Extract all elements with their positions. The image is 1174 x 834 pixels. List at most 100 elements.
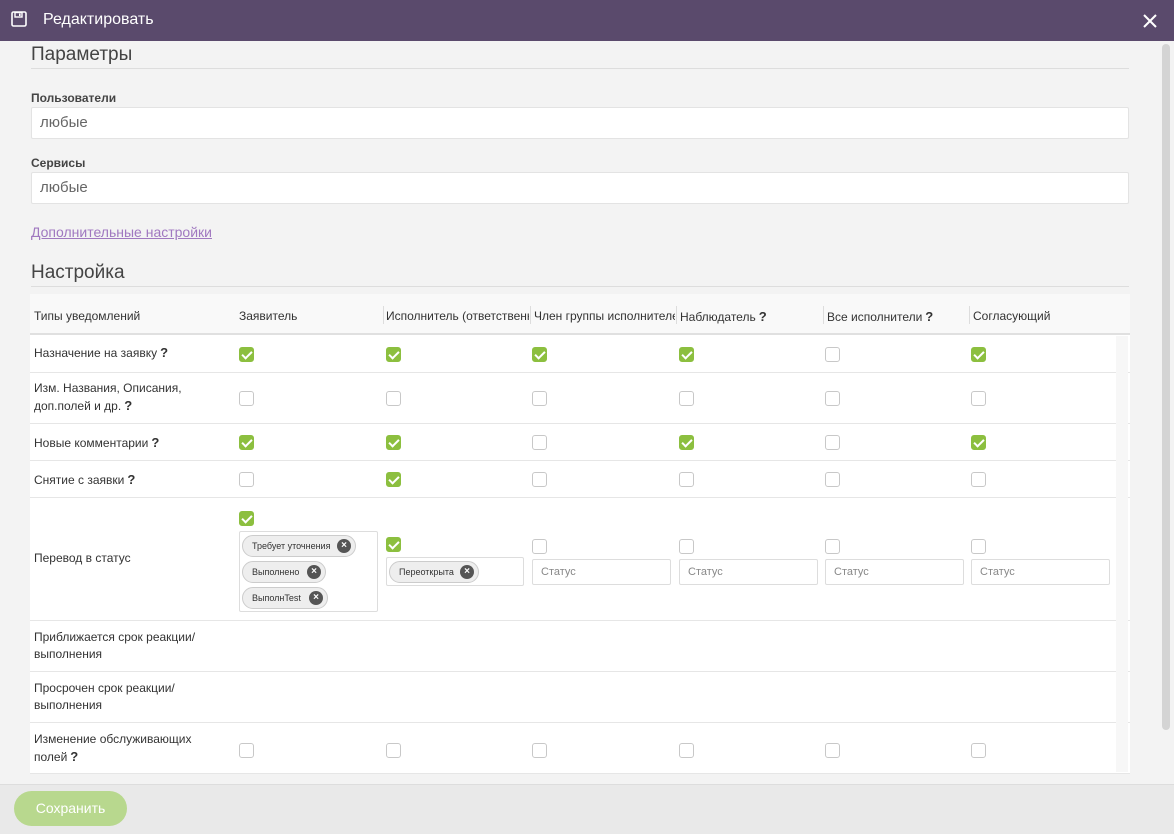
dialog-body: Параметры Пользователи любые Сервисы люб…: [0, 41, 1174, 784]
column-divider: [676, 306, 677, 324]
checkbox[interactable]: [971, 743, 986, 758]
row-label-assign: Назначение на заявку?: [34, 344, 214, 362]
table-row: Снятие с заявки?: [30, 461, 1130, 498]
services-label: Сервисы: [31, 156, 86, 170]
checkbox[interactable]: [532, 391, 547, 406]
checkbox[interactable]: [825, 472, 840, 487]
status-input[interactable]: Статус: [679, 559, 818, 585]
status-tag-box[interactable]: Переоткрыта ×: [386, 557, 524, 586]
row-label-status-change: Перевод в статус: [34, 550, 214, 567]
remove-tag-icon[interactable]: ×: [309, 591, 323, 605]
checkbox[interactable]: [386, 347, 401, 362]
row-label-reaction-approaching: Приближается срок реакции/ выполнения: [34, 629, 214, 663]
dialog-footer: Сохранить: [0, 784, 1174, 834]
checkbox[interactable]: [971, 347, 986, 362]
column-divider: [969, 306, 970, 324]
checkbox[interactable]: [679, 743, 694, 758]
status-input[interactable]: Статус: [971, 559, 1110, 585]
checkbox[interactable]: [679, 435, 694, 450]
remove-tag-icon[interactable]: ×: [307, 565, 321, 579]
help-icon[interactable]: ?: [124, 398, 132, 413]
checkbox[interactable]: [239, 347, 254, 362]
notification-table: Типы уведомлений Заявитель Исполнитель (…: [30, 294, 1130, 774]
checkbox[interactable]: [971, 435, 986, 450]
status-tag: ВыполнTest ×: [242, 587, 328, 609]
checkbox[interactable]: [825, 539, 840, 554]
column-header-observer: Наблюдатель?: [680, 309, 767, 324]
row-label-edit-fields: Изм. Названия, Описания, доп.полей и др.…: [34, 380, 214, 415]
row-label-service-fields: Изменение обслуживающих полей?: [34, 731, 214, 766]
help-icon[interactable]: ?: [70, 749, 78, 764]
checkbox[interactable]: [239, 435, 254, 450]
checkbox[interactable]: [239, 391, 254, 406]
dialog-scrollbar[interactable]: [1162, 44, 1170, 730]
status-tag: Требует уточнения ×: [242, 535, 356, 557]
help-icon[interactable]: ?: [127, 472, 135, 487]
checkbox[interactable]: [825, 435, 840, 450]
column-header-all-executors: Все исполнители?: [827, 309, 934, 324]
close-icon[interactable]: [1141, 12, 1159, 30]
checkbox[interactable]: [239, 511, 254, 526]
status-tag-label: ВыполнTest: [252, 593, 301, 603]
column-divider: [530, 306, 531, 324]
dialog-title: Редактировать: [43, 11, 154, 28]
row-label-text: Изменение обслуживающих полей: [34, 732, 192, 764]
checkbox[interactable]: [532, 743, 547, 758]
row-label-text: Снятие с заявки: [34, 473, 125, 487]
table-header: Типы уведомлений Заявитель Исполнитель (…: [30, 294, 1130, 335]
table-row: Назначение на заявку?: [30, 336, 1130, 373]
checkbox[interactable]: [386, 537, 401, 552]
table-row: Просрочен срок реакции/ выполнения: [30, 672, 1130, 723]
row-label-removal: Снятие с заявки?: [34, 471, 214, 489]
remove-tag-icon[interactable]: ×: [337, 539, 351, 553]
checkbox[interactable]: [679, 347, 694, 362]
status-tag: Переоткрыта ×: [389, 561, 479, 583]
checkbox[interactable]: [532, 539, 547, 554]
row-label-text: Новые комментарии: [34, 436, 149, 450]
checkbox[interactable]: [825, 347, 840, 362]
section-divider: [31, 286, 1129, 287]
table-row: Изм. Названия, Описания, доп.полей и др.…: [30, 373, 1130, 424]
row-label-comments: Новые комментарии?: [34, 434, 214, 452]
status-tag-label: Переоткрыта: [399, 567, 454, 577]
status-tag: Выполнено ×: [242, 561, 326, 583]
checkbox[interactable]: [386, 435, 401, 450]
table-row: Новые комментарии?: [30, 424, 1130, 461]
checkbox[interactable]: [386, 472, 401, 487]
checkbox[interactable]: [825, 743, 840, 758]
status-tag-label: Требует уточнения: [252, 541, 331, 551]
checkbox[interactable]: [532, 347, 547, 362]
column-header-approver: Согласующий: [973, 309, 1051, 323]
row-label-text: Изм. Названия, Описания, доп.полей и др.: [34, 381, 182, 413]
help-icon[interactable]: ?: [925, 309, 933, 324]
checkbox[interactable]: [679, 539, 694, 554]
advanced-settings-link[interactable]: Дополнительные настройки: [31, 224, 212, 240]
checkbox[interactable]: [239, 472, 254, 487]
checkbox[interactable]: [971, 539, 986, 554]
checkbox[interactable]: [532, 435, 547, 450]
help-icon[interactable]: ?: [759, 309, 767, 324]
checkbox[interactable]: [386, 743, 401, 758]
services-field[interactable]: любые: [31, 172, 1129, 204]
save-button[interactable]: Сохранить: [14, 791, 127, 826]
checkbox[interactable]: [825, 391, 840, 406]
checkbox[interactable]: [532, 472, 547, 487]
users-field[interactable]: любые: [31, 107, 1129, 139]
row-label-text: Назначение на заявку: [34, 346, 158, 360]
row-label-text: Перевод в статус: [34, 551, 131, 565]
remove-tag-icon[interactable]: ×: [460, 565, 474, 579]
status-input[interactable]: Статус: [825, 559, 964, 585]
checkbox[interactable]: [971, 391, 986, 406]
checkbox[interactable]: [679, 472, 694, 487]
checkbox[interactable]: [239, 743, 254, 758]
checkbox[interactable]: [386, 391, 401, 406]
checkbox[interactable]: [971, 472, 986, 487]
status-input[interactable]: Статус: [532, 559, 671, 585]
table-row: Перевод в статус Требует уточнения × Выполн…: [30, 498, 1130, 621]
help-icon[interactable]: ?: [160, 345, 168, 360]
table-scrollbar[interactable]: [1116, 336, 1128, 772]
help-icon[interactable]: ?: [151, 435, 159, 450]
status-tag-box[interactable]: Требует уточнения × Выполнено × ВыполнTest ×: [239, 531, 378, 612]
floppy-disk-icon: [11, 11, 27, 27]
checkbox[interactable]: [679, 391, 694, 406]
